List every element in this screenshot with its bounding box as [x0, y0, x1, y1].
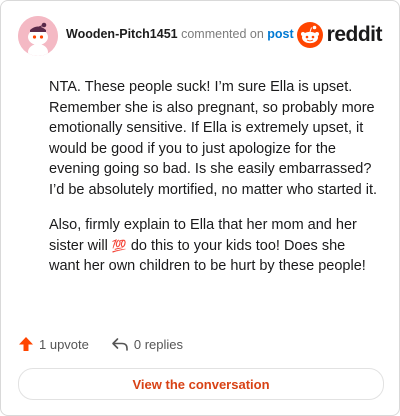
user-avatar[interactable] [18, 16, 58, 56]
reply-arrow-icon [112, 338, 128, 351]
view-conversation-button[interactable]: View the conversation [18, 368, 384, 400]
upvote-button[interactable]: 1 upvote [18, 336, 89, 352]
comment-header: Wooden-Pitch1451 commented on post reddi… [18, 16, 383, 56]
reddit-logo-text: reddit [326, 23, 383, 46]
comment-card: Wooden-Pitch1451 commented on post reddi… [0, 0, 400, 416]
reddit-logo-icon [296, 22, 323, 48]
comment-body: NTA. These people suck! I’m sure Ella is… [49, 77, 379, 292]
comment-footer: 1 upvote 0 replies [18, 334, 205, 354]
comment-paragraph: Also, firmly explain to Ella that her mo… [49, 215, 379, 277]
byline: Wooden-Pitch1451 commented on post [66, 27, 294, 41]
replies-count: 0 replies [133, 336, 184, 352]
snoo-avatar-icon [18, 16, 58, 56]
post-link[interactable]: post [267, 27, 293, 41]
replies-button[interactable]: 0 replies [111, 336, 183, 352]
upvote-count: 1 upvote [39, 336, 89, 352]
reddit-logo[interactable]: reddit [296, 22, 383, 48]
upvote-arrow-icon [19, 337, 33, 351]
comment-paragraph: NTA. These people suck! I’m sure Ella is… [49, 79, 378, 198]
hundred-points-emoji: 💯 [111, 238, 127, 253]
username-link[interactable]: Wooden-Pitch1451 [66, 27, 178, 41]
commented-on-label: commented on [181, 27, 264, 41]
